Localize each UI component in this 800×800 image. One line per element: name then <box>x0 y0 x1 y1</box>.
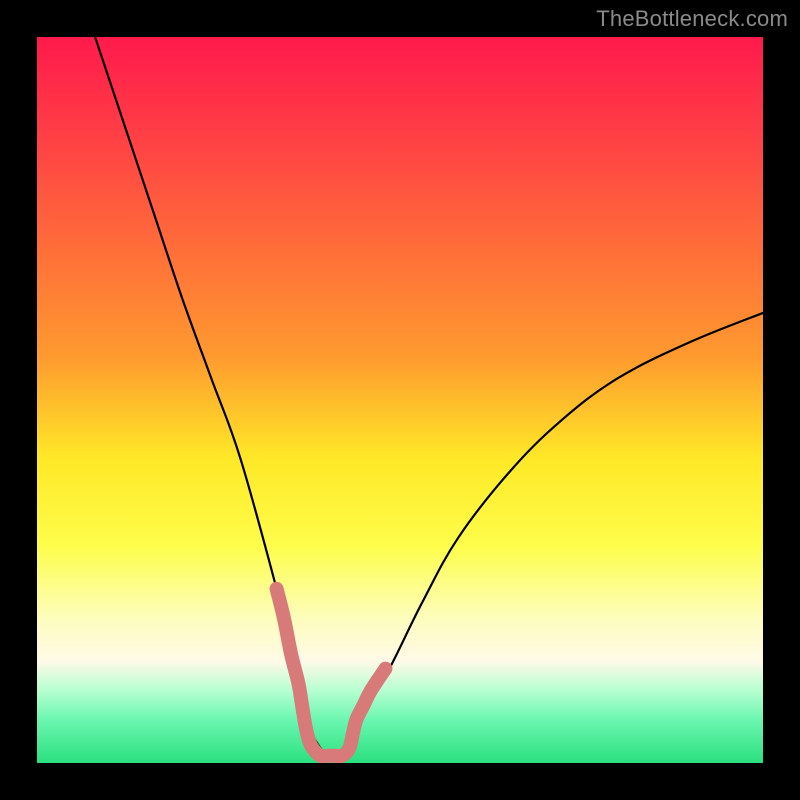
optimal-zone-marker-path <box>277 589 386 757</box>
chart-svg <box>37 37 763 763</box>
watermark-text: TheBottleneck.com <box>596 6 788 32</box>
chart-frame: TheBottleneck.com <box>0 0 800 800</box>
plot-area <box>37 37 763 763</box>
bottleneck-curve-path <box>95 37 763 761</box>
